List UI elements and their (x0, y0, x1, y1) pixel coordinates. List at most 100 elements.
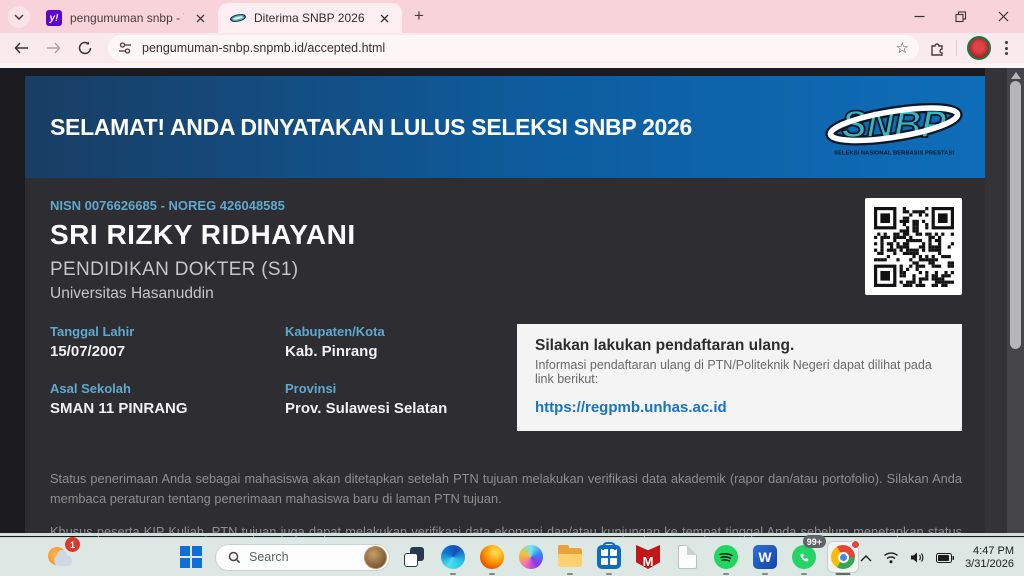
tab-title: pengumuman snbp - Yahoo Se (70, 11, 184, 25)
scrollbar-thumb[interactable] (1010, 81, 1021, 349)
registration-link[interactable]: https://regpmb.unhas.ac.id (535, 399, 727, 416)
congrats-title: SELAMAT! ANDA DINYATAKAN LULUS SELEKSI S… (50, 114, 825, 141)
taskbar-firefox[interactable] (477, 542, 507, 572)
info-title: Silakan lakukan pendaftaran ulang. (535, 337, 944, 355)
snbp-logo-icon: SNBP SELEKSI NASIONAL BERBASIS PRESTASI (825, 93, 963, 161)
student-ids: NISN 0076626685 - NOREG 426048585 (50, 198, 865, 213)
task-view-icon (404, 547, 424, 567)
tab-close-icon[interactable] (376, 10, 392, 26)
new-tab-button[interactable]: + (406, 3, 432, 29)
study-program: PENDIDIKAN DOKTER (S1) (50, 259, 865, 281)
scroll-gutter (985, 68, 1024, 533)
file-explorer-icon (558, 548, 582, 567)
edge-icon (441, 545, 465, 569)
taskbar: 1 Search (0, 537, 1024, 576)
restore-button[interactable] (940, 0, 982, 33)
browser-menu-button[interactable] (1001, 37, 1012, 59)
student-block: NISN 0076626685 - NOREG 426048585 SRI RI… (50, 198, 865, 303)
taskbar-notepad[interactable] (672, 542, 702, 572)
university-name: Universitas Hasanuddin (50, 285, 865, 303)
battery-icon[interactable] (936, 553, 954, 563)
taskbar-mcafee[interactable]: M (633, 542, 663, 572)
taskbar-edge[interactable] (438, 542, 468, 572)
windows-logo-icon (180, 546, 202, 568)
search-placeholder: Search (249, 550, 356, 564)
forward-button[interactable] (40, 35, 66, 61)
volume-icon[interactable] (910, 551, 925, 564)
tray-time: 4:47 PM (965, 545, 1014, 558)
word-icon: W (753, 545, 777, 569)
clock[interactable]: 4:47 PM 3/31/2026 (965, 545, 1014, 571)
taskbar-search[interactable]: Search (215, 544, 390, 571)
window-controls (898, 0, 1024, 33)
back-button[interactable] (8, 35, 34, 61)
detail-regency: Kabupaten/Kota Kab. Pinrang (285, 324, 517, 360)
result-card: SELAMAT! ANDA DINYATAKAN LULUS SELEKSI S… (25, 76, 985, 533)
tab-strip: y! pengumuman snbp - Yahoo Se Diterima S… (0, 0, 1024, 33)
qr-code (865, 198, 962, 295)
info-subtitle: Informasi pendaftaran ulang di PTN/Polit… (535, 358, 944, 386)
url-text[interactable]: pengumuman-snbp.snpmb.id/accepted.html (142, 41, 886, 55)
scrollbar[interactable] (1007, 68, 1024, 533)
whatsapp-icon (792, 545, 816, 569)
chrome-icon (831, 545, 855, 569)
yahoo-favicon-icon: y! (46, 10, 62, 26)
address-bar[interactable]: pengumuman-snbp.snpmb.id/accepted.html ☆ (108, 35, 919, 61)
taskbar-ms-store[interactable] (594, 542, 624, 572)
task-view-button[interactable] (399, 542, 429, 572)
profile-avatar[interactable] (967, 36, 991, 60)
taskbar-copilot[interactable] (516, 542, 546, 572)
tray-chevron-icon[interactable] (860, 554, 872, 562)
tab-close-icon[interactable] (192, 10, 208, 26)
taskbar-spotify[interactable] (711, 542, 741, 572)
chrome-profile-dot (851, 540, 860, 549)
svg-text:SELEKSI NASIONAL BERBASIS PRES: SELEKSI NASIONAL BERBASIS PRESTASI (834, 151, 954, 157)
browser-toolbar: pengumuman-snbp.snpmb.id/accepted.html ☆ (0, 33, 1024, 63)
mcafee-icon: M (636, 545, 660, 569)
search-icon (228, 551, 241, 564)
ms-store-icon (597, 545, 621, 569)
taskbar-chrome[interactable] (828, 542, 858, 572)
tab-yahoo-search[interactable]: y! pengumuman snbp - Yahoo Se (34, 3, 218, 33)
taskbar-whatsapp[interactable]: 99+ (789, 542, 819, 572)
screen: y! pengumuman snbp - Yahoo Se Diterima S… (0, 0, 1024, 576)
page-viewport: SELAMAT! ANDA DINYATAKAN LULUS SELEKSI S… (0, 68, 1024, 536)
bookmark-star-icon[interactable]: ☆ (896, 39, 909, 57)
student-details: Tanggal Lahir 15/07/2007 Kabupaten/Kota … (50, 324, 517, 417)
minimize-button[interactable] (898, 0, 940, 33)
tray-date: 3/31/2026 (965, 558, 1014, 571)
chevron-down-icon (14, 14, 24, 20)
snbp-favicon-icon (230, 10, 246, 26)
note-verification: Status penerimaan Anda sebagai mahasiswa… (50, 469, 962, 509)
result-header: SELAMAT! ANDA DINYATAKAN LULUS SELEKSI S… (25, 76, 985, 178)
spotify-icon (714, 545, 738, 569)
start-button[interactable] (176, 542, 206, 572)
scroll-up-icon[interactable] (1011, 72, 1021, 79)
whatsapp-badge: 99+ (803, 535, 826, 548)
notepad-icon (678, 545, 697, 569)
reregistration-info-box: Silakan lakukan pendaftaran ulang. Infor… (517, 324, 962, 431)
site-settings-icon[interactable] (118, 42, 132, 54)
tab-title: Diterima SNBP 2026 (254, 11, 368, 25)
notification-badge: 1 (65, 537, 80, 552)
detail-province: Provinsi Prov. Sulawesi Selatan (285, 381, 517, 417)
close-button[interactable] (982, 0, 1024, 33)
taskbar-word[interactable]: W (750, 542, 780, 572)
toolbar-divider (956, 40, 957, 56)
student-name: SRI RIZKY RIDHAYANI (50, 219, 865, 251)
tab-search-button[interactable] (8, 6, 30, 28)
detail-birthdate: Tanggal Lahir 15/07/2007 (50, 324, 285, 360)
copilot-icon (519, 545, 543, 569)
result-body: NISN 0076626685 - NOREG 426048585 SRI RI… (25, 178, 985, 561)
toolbar-actions (929, 36, 1016, 60)
taskbar-file-explorer[interactable] (555, 542, 585, 572)
widgets-weather-icon[interactable]: 1 (46, 541, 76, 571)
system-tray: 4:47 PM 3/31/2026 (860, 538, 1014, 576)
detail-school: Asal Sekolah SMAN 11 PINRANG (50, 381, 285, 417)
search-highlight-image[interactable] (364, 546, 387, 569)
tab-diterima-snbp[interactable]: Diterima SNBP 2026 (218, 3, 402, 33)
reload-button[interactable] (72, 35, 98, 61)
extensions-icon[interactable] (929, 40, 946, 57)
firefox-icon (480, 545, 504, 569)
wifi-icon[interactable] (883, 551, 899, 564)
